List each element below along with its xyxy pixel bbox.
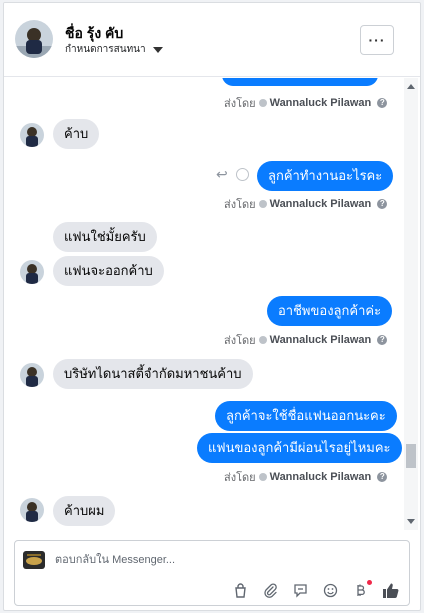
message-bubble-incoming[interactable]: ค้าบผม <box>53 496 116 526</box>
message-bubble-incoming[interactable]: บริษัทไดนาสตี้จำกัดมหาชนค้าบ <box>53 359 253 389</box>
message-bubble-outgoing[interactable] <box>222 78 378 86</box>
react-emoji-icon[interactable] <box>236 168 249 181</box>
contact-avatar-small[interactable] <box>20 123 44 147</box>
caret-down-icon <box>152 46 163 53</box>
sender-name[interactable]: Wannaluck Pilawan <box>270 97 372 109</box>
sent-by-label: ส่งโดย <box>224 335 256 347</box>
contact-avatar[interactable] <box>15 20 53 58</box>
composer-toolbar <box>232 580 399 599</box>
message-bubble-incoming[interactable]: แฟนจะออกค้าบ <box>53 256 164 286</box>
bag-icon[interactable] <box>232 582 249 599</box>
conversation-schedule-label: กำหนดการสนทนา <box>65 44 146 55</box>
reply-composer <box>14 540 410 606</box>
help-icon[interactable]: ? <box>377 472 388 482</box>
sender-name[interactable]: Wannaluck Pilawan <box>270 471 372 483</box>
sent-by-line: ส่งโดย Wannaluck Pilawan ? <box>224 468 388 486</box>
message-bubble-outgoing[interactable]: ลูกค้าทำงานอะไรคะ <box>257 161 394 191</box>
sent-by-label: ส่งโดย <box>224 98 256 110</box>
message-bubble-outgoing[interactable]: อาชีพของลูกค้าค่ะ <box>267 296 393 326</box>
sent-by-line: ส่งโดย Wannaluck Pilawan ? <box>224 195 388 213</box>
sender-name[interactable]: Wannaluck Pilawan <box>270 198 372 210</box>
conversation-panel: ชื่อ รุ้ง คับ กำหนดการสนทนา ··· ส่งโดย W… <box>3 2 421 611</box>
contact-avatar-small[interactable] <box>20 498 44 522</box>
reply-template-icon[interactable] <box>292 582 309 599</box>
currency-icon[interactable] <box>352 580 372 599</box>
contact-avatar-small[interactable] <box>20 363 44 387</box>
sent-by-line: ส่งโดย Wannaluck Pilawan ? <box>224 94 388 112</box>
sent-by-line: ส่งโดย Wannaluck Pilawan ? <box>224 331 388 349</box>
message-thread: ส่งโดย Wannaluck Pilawan ? ค้าบ ↩ ลูกค้า… <box>4 78 420 530</box>
thread-scrollbar[interactable] <box>404 78 418 530</box>
page-badge-icon <box>258 99 267 107</box>
page-badge-icon <box>258 336 267 344</box>
page-badge-icon <box>258 200 267 208</box>
reply-icon[interactable]: ↩ <box>216 166 228 183</box>
like-icon[interactable] <box>382 582 399 599</box>
page-badge-icon <box>258 473 267 481</box>
more-options-button[interactable]: ··· <box>360 25 394 55</box>
scroll-down-arrow-icon[interactable] <box>407 519 415 524</box>
scroll-up-arrow-icon[interactable] <box>407 84 415 89</box>
message-bubble-outgoing[interactable]: ลูกค้าจะใช้ชื่อแฟนออกนะคะ <box>215 401 397 431</box>
emoji-icon[interactable] <box>322 582 339 599</box>
reply-input[interactable] <box>55 551 355 569</box>
conversation-header: ชื่อ รุ้ง คับ กำหนดการสนทนา ··· <box>4 3 420 77</box>
sent-by-label: ส่งโดย <box>224 199 256 211</box>
paperclip-icon[interactable] <box>262 582 279 599</box>
contact-avatar-small[interactable] <box>20 260 44 284</box>
scrollbar-thumb[interactable] <box>406 444 416 468</box>
message-bubble-incoming[interactable]: แฟนใช่มั้ยครับ <box>53 222 157 252</box>
message-bubble-incoming[interactable]: ค้าบ <box>53 119 100 149</box>
sent-by-label: ส่งโดย <box>224 472 256 484</box>
message-bubble-outgoing[interactable]: แฟนของลูกค้ามีผ่อนไรอยู่ไหมคะ <box>197 433 402 463</box>
help-icon[interactable]: ? <box>377 98 388 108</box>
help-icon[interactable]: ? <box>377 199 388 209</box>
notification-dot <box>367 580 372 585</box>
help-icon[interactable]: ? <box>377 335 388 345</box>
page-avatar <box>23 551 45 569</box>
sender-name[interactable]: Wannaluck Pilawan <box>270 334 372 346</box>
conversation-schedule-menu[interactable]: กำหนดการสนทนา <box>65 42 163 57</box>
